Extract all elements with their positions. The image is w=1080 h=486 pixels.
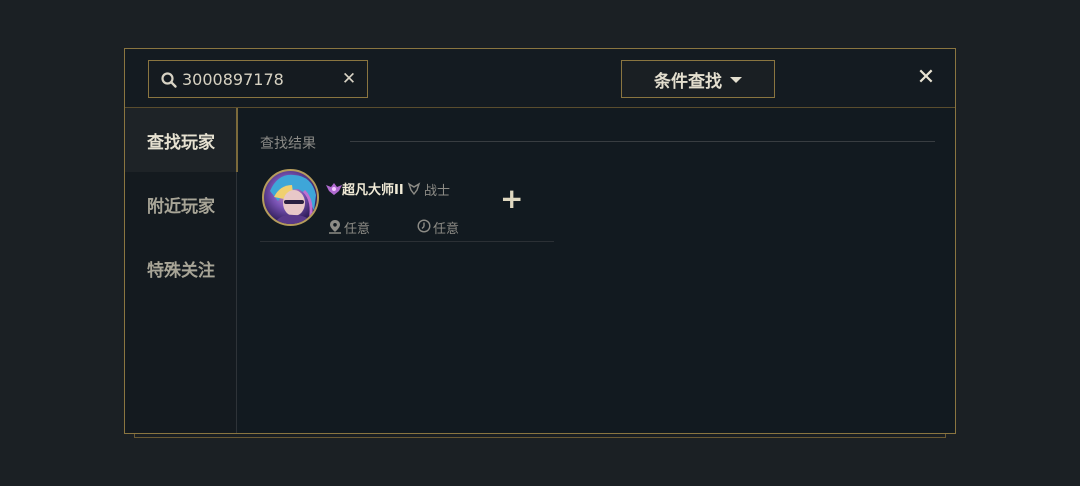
results-panel: 查找结果 超凡大师II 战士 + 任意 任意 xyxy=(238,108,954,433)
page: ✕ 条件查找 ✕ 查找玩家 附近玩家 特殊关注 查找结果 xyxy=(0,0,1080,486)
player-location: 任意 xyxy=(344,222,371,237)
filter-search-label: 条件查找 xyxy=(654,71,722,92)
search-input[interactable] xyxy=(182,67,332,91)
close-icon[interactable]: ✕ xyxy=(913,65,939,91)
clear-icon[interactable]: ✕ xyxy=(340,70,358,88)
avatar-portrait-icon xyxy=(270,174,316,224)
search-icon xyxy=(161,72,177,88)
player-result-card[interactable]: 超凡大师II 战士 + 任意 任意 xyxy=(260,168,554,242)
player-online-time: 任意 xyxy=(433,222,460,237)
side-watermark xyxy=(2,228,10,262)
location-icon xyxy=(329,220,341,234)
results-title: 查找结果 xyxy=(260,136,316,152)
sidebar-item-find-player[interactable]: 查找玩家 xyxy=(125,108,238,172)
sidebar-item-nearby-players[interactable]: 附近玩家 xyxy=(125,172,237,236)
rank-badge-icon xyxy=(326,183,342,195)
caret-down-icon xyxy=(730,77,742,83)
player-avatar[interactable] xyxy=(262,169,319,226)
sidebar-item-label: 附近玩家 xyxy=(147,196,215,217)
section-divider xyxy=(350,141,935,142)
role-icon xyxy=(407,182,421,196)
sidebar: 查找玩家 附近玩家 特殊关注 xyxy=(125,108,238,433)
player-role: 战士 xyxy=(424,184,451,199)
find-player-dialog: ✕ 条件查找 ✕ 查找玩家 附近玩家 特殊关注 查找结果 xyxy=(124,48,956,434)
dialog-shadow xyxy=(134,434,946,438)
filter-search-button[interactable]: 条件查找 xyxy=(621,60,775,98)
clock-icon xyxy=(417,219,431,233)
player-name: 超凡大师II xyxy=(342,183,404,198)
sidebar-item-special-follow[interactable]: 特殊关注 xyxy=(125,236,237,300)
sidebar-item-label: 查找玩家 xyxy=(147,132,215,153)
sidebar-item-label: 特殊关注 xyxy=(147,260,215,281)
dialog-header: ✕ 条件查找 ✕ xyxy=(125,49,955,108)
search-box[interactable]: ✕ xyxy=(148,60,368,98)
add-friend-icon[interactable]: + xyxy=(500,185,523,213)
